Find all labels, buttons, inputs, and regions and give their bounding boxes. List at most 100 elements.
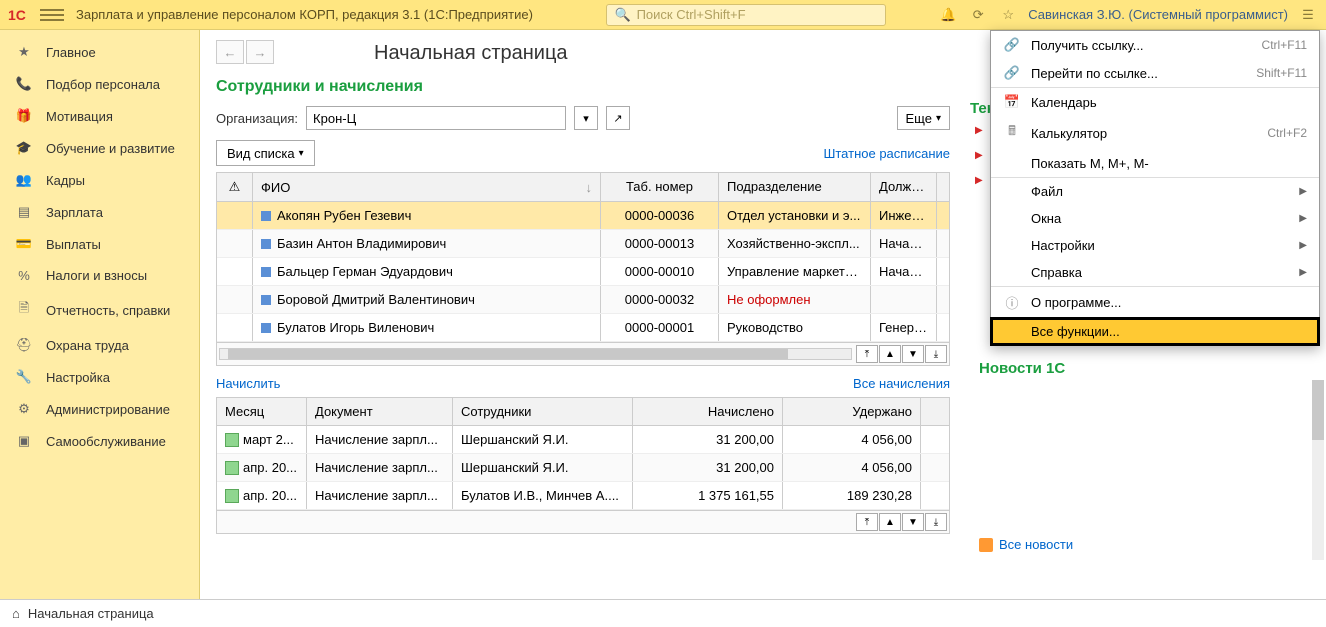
- bell-icon[interactable]: 🔔: [938, 5, 958, 25]
- sidebar-item-11[interactable]: ⚙ Администрирование: [0, 393, 199, 425]
- sidebar-item-0[interactable]: ★Главное: [0, 36, 199, 68]
- scroll-down[interactable]: ▼: [902, 345, 924, 363]
- sidebar-icon: 🔧: [14, 369, 34, 385]
- sidebar-item-6[interactable]: 💳Выплаты: [0, 228, 199, 260]
- sidebar-icon: 📞: [14, 76, 34, 92]
- scroll-last[interactable]: ⤓: [925, 345, 947, 363]
- sidebar-label: Охрана труда: [46, 338, 129, 353]
- table-row[interactable]: Акопян Рубен Гезевич 0000-00036 Отдел ус…: [217, 202, 949, 230]
- org-dropdown-btn[interactable]: ▾: [574, 106, 598, 130]
- org-select[interactable]: Крон-Ц: [306, 106, 566, 130]
- sidebar-label: Отчетность, справки: [46, 303, 170, 318]
- more-button[interactable]: Еще▾: [897, 106, 950, 130]
- sidebar-label: Налоги и взносы: [46, 268, 147, 283]
- acc-up[interactable]: ▲: [879, 513, 901, 531]
- home-icon: ⌂: [12, 606, 20, 621]
- sidebar-label: Зарплата: [46, 205, 103, 220]
- accruals-table: Месяц Документ Сотрудники Начислено Удер…: [216, 397, 950, 534]
- nav-forward[interactable]: →: [246, 40, 274, 64]
- sidebar-item-1[interactable]: 📞 Подбор персонала: [0, 68, 199, 100]
- sidebar-icon: ⛑: [14, 337, 34, 353]
- marker-icon: ▶: [975, 150, 983, 161]
- section-employees-title: Сотрудники и начисления: [216, 78, 950, 96]
- sidebar-icon: 🎓: [14, 140, 34, 156]
- table-row[interactable]: Базин Антон Владимирович 0000-00013 Хозя…: [217, 230, 949, 258]
- sidebar-label: Кадры: [46, 173, 85, 188]
- sidebar-item-3[interactable]: 🎓 Обучение и развитие: [0, 132, 199, 164]
- warning-icon: ⚠: [217, 173, 253, 201]
- dropdown-item-13[interactable]: Все функции...: [991, 318, 1319, 345]
- sidebar-label: Обучение и развитие: [46, 141, 175, 156]
- dropdown-item-10[interactable]: Справка ▶: [991, 259, 1319, 286]
- sidebar-icon: 🎁: [14, 108, 34, 124]
- all-news-link[interactable]: Все новости: [979, 537, 1314, 552]
- history-icon[interactable]: ⟳: [968, 5, 988, 25]
- logo-1c: 1С: [8, 5, 32, 25]
- doc-icon: [225, 461, 239, 475]
- sidebar-label: Администрирование: [46, 402, 170, 417]
- nav-back[interactable]: ←: [216, 40, 244, 64]
- search-icon: 🔍: [613, 5, 633, 25]
- org-open-btn[interactable]: ↗: [606, 106, 630, 130]
- acc-last[interactable]: ⤓: [925, 513, 947, 531]
- sidebar-item-12[interactable]: ▣Самообслуживание: [0, 425, 199, 457]
- dropdown-item-9[interactable]: Настройки ▶: [991, 232, 1319, 259]
- dropdown-icon: ⓘ: [1003, 293, 1021, 312]
- dropdown-item-5[interactable]: Показать M, M+, M-: [991, 150, 1319, 177]
- sidebar-icon: 👥: [14, 172, 34, 188]
- sidebar-icon: ▤: [14, 204, 34, 220]
- topbar: 1С Зарплата и управление персоналом КОРП…: [0, 0, 1326, 30]
- view-list-button[interactable]: Вид списка▾: [216, 140, 315, 166]
- dropdown-item-8[interactable]: Окна ▶: [991, 205, 1319, 232]
- h-scrollbar[interactable]: [219, 348, 852, 360]
- sidebar-item-9[interactable]: ⛑ Охрана труда: [0, 329, 199, 361]
- sidebar-item-8[interactable]: 🗎Отчетность, справки: [0, 291, 199, 329]
- star-icon[interactable]: ☆: [998, 5, 1018, 25]
- sidebar-icon: ⚙: [14, 401, 34, 417]
- table-row[interactable]: апр. 20... Начисление зарпл... Шершански…: [217, 454, 949, 482]
- person-icon: [261, 267, 271, 277]
- table-row[interactable]: март 2... Начисление зарпл... Шершанский…: [217, 426, 949, 454]
- sidebar-item-10[interactable]: 🔧Настройка: [0, 361, 199, 393]
- sidebar-item-4[interactable]: 👥 Кадры: [0, 164, 199, 196]
- breadcrumb-home[interactable]: Начальная страница: [28, 606, 154, 621]
- staff-schedule-link[interactable]: Штатное расписание: [823, 146, 950, 161]
- dropdown-item-7[interactable]: Файл ▶: [991, 178, 1319, 205]
- news-title: Новости 1С: [979, 360, 1314, 377]
- dropdown-icon: 📅: [1003, 94, 1021, 110]
- sidebar-label: Подбор персонала: [46, 77, 160, 92]
- scroll-up[interactable]: ▲: [879, 345, 901, 363]
- user-label[interactable]: Савинская З.Ю. (Системный программист): [1028, 7, 1288, 22]
- sidebar-item-5[interactable]: ▤ Зарплата: [0, 196, 199, 228]
- table-row[interactable]: Боровой Дмитрий Валентинович 0000-00032 …: [217, 286, 949, 314]
- table-row[interactable]: апр. 20... Начисление зарпл... Булатов И…: [217, 482, 949, 510]
- sidebar-item-2[interactable]: 🎁 Мотивация: [0, 100, 199, 132]
- dropdown-item-1[interactable]: 🔗 Перейти по ссылке... Shift+F11: [991, 59, 1319, 87]
- scroll-first[interactable]: ⤒: [856, 345, 878, 363]
- dropdown-item-0[interactable]: 🔗 Получить ссылку... Ctrl+F11: [991, 31, 1319, 59]
- statusbar: ⌂ Начальная страница: [0, 599, 1326, 627]
- page-title: Начальная страница: [374, 42, 568, 65]
- acc-down[interactable]: ▼: [902, 513, 924, 531]
- table-row[interactable]: Булатов Игорь Виленович 0000-00001 Руков…: [217, 314, 949, 342]
- dropdown-item-4[interactable]: 🖩 Калькулятор Ctrl+F2: [991, 116, 1319, 150]
- dropdown-item-12[interactable]: ⓘ О программе...: [991, 287, 1319, 318]
- menu-icon[interactable]: ☰: [1298, 5, 1318, 25]
- right-scrollbar[interactable]: [1312, 380, 1324, 560]
- person-icon: [261, 239, 271, 249]
- sidebar-label: Мотивация: [46, 109, 113, 124]
- employees-table: ⚠ ФИО↓ Таб. номер Подразделение Должнос …: [216, 172, 950, 366]
- doc-icon: [225, 489, 239, 503]
- dropdown-icon: 🔗: [1003, 37, 1021, 53]
- table-row[interactable]: Бальцер Герман Эдуардович 0000-00010 Упр…: [217, 258, 949, 286]
- main-area: ← → Начальная страница Сотрудники и начи…: [200, 30, 966, 599]
- dropdown-item-3[interactable]: 📅 Календарь: [991, 88, 1319, 116]
- acc-first[interactable]: ⤒: [856, 513, 878, 531]
- all-accruals-link[interactable]: Все начисления: [853, 376, 950, 391]
- burger-icon[interactable]: [40, 9, 64, 21]
- table-header: ⚠ ФИО↓ Таб. номер Подразделение Должнос: [217, 173, 949, 202]
- sidebar: ★Главное 📞 Подбор персонала 🎁 Мотивация 🎓 Обуч…: [0, 30, 200, 599]
- accrue-link[interactable]: Начислить: [216, 376, 280, 391]
- sidebar-item-7[interactable]: %Налоги и взносы: [0, 260, 199, 291]
- search-input[interactable]: 🔍 Поиск Ctrl+Shift+F: [606, 4, 886, 26]
